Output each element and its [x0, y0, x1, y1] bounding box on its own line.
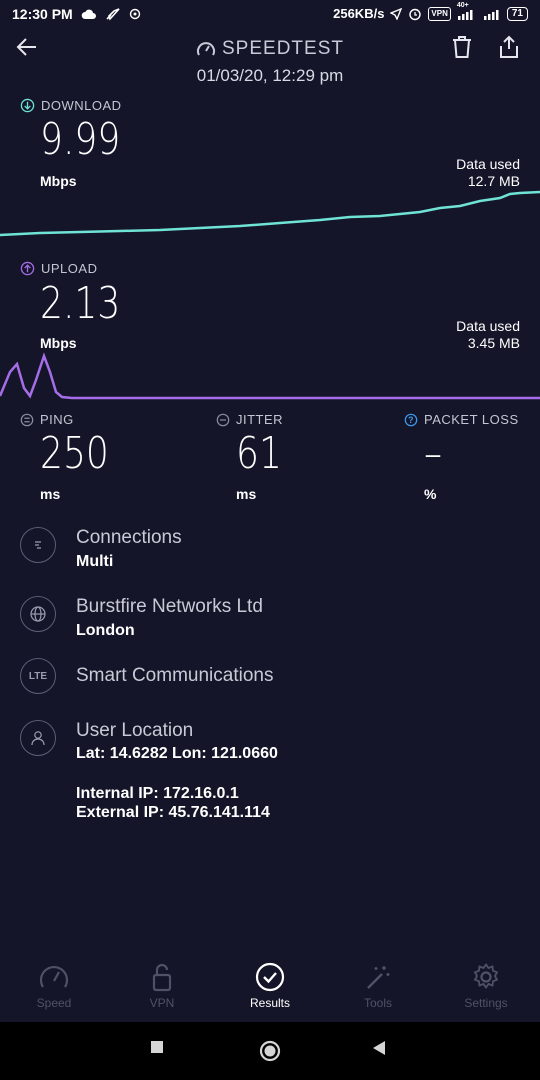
nav-results-label: Results: [249, 996, 290, 1010]
trash-icon: [453, 36, 471, 58]
internal-ip: Internal IP: 172.16.0.1: [76, 785, 239, 802]
bottom-navigation: Speed VPN Results Tools Settings: [0, 952, 540, 1022]
external-ip: External IP: 45.76.141.114: [76, 804, 270, 821]
user-location-title: User Location: [76, 720, 194, 741]
globe-icon: [20, 596, 56, 632]
jitter-header: JITTER: [216, 412, 283, 427]
nav-settings[interactable]: Settings: [441, 962, 531, 1010]
nav-speed-label: Speed: [36, 996, 72, 1010]
signal-icon: 40+: [457, 2, 477, 20]
status-bar-right: 256KB/s VPN 40+ 71: [333, 2, 528, 21]
packet-loss-label: PACKET LOSS: [424, 412, 519, 427]
rocket-icon: [105, 7, 121, 21]
delete-button[interactable]: [450, 34, 476, 62]
upload-label: UPLOAD: [41, 261, 98, 276]
upload-graph: [0, 352, 540, 400]
packet-loss-unit: %: [424, 486, 437, 502]
speedometer-icon: [197, 42, 215, 56]
signal-icon-2: [483, 8, 501, 20]
server-location: London: [76, 622, 135, 639]
download-value: 9.99: [40, 114, 121, 165]
download-arrow-icon: [20, 98, 35, 113]
connections-title: Connections: [76, 527, 182, 548]
server-name: Burstfire Networks Ltd: [76, 596, 263, 617]
ping-header: PING: [20, 412, 74, 427]
help-icon: ?: [404, 413, 418, 426]
jitter-icon: [216, 413, 230, 426]
status-time: 12:30 PM: [12, 6, 73, 22]
status-bar-left: 12:30 PM: [12, 6, 141, 22]
jitter-unit: ms: [236, 486, 257, 502]
home-circle-icon: [259, 1040, 281, 1062]
download-label: DOWNLOAD: [41, 98, 122, 113]
alarm-icon: [408, 7, 422, 21]
jitter-value: 61: [236, 428, 282, 479]
cloud-icon: [81, 8, 97, 20]
lte-icon: LTE: [20, 658, 56, 694]
download-graph: [0, 190, 540, 237]
provider-name: Smart Communications: [76, 665, 274, 686]
nav-vpn-label: VPN: [149, 996, 175, 1010]
nav-tools[interactable]: Tools: [333, 962, 423, 1010]
share-button[interactable]: [497, 34, 523, 62]
system-navigation-bar: [0, 1022, 540, 1080]
ping-label: PING: [40, 412, 74, 427]
location-arrow-icon: [390, 7, 403, 20]
square-icon: [151, 1041, 163, 1053]
magic-wand-icon: [367, 966, 390, 989]
nav-settings-label: Settings: [464, 996, 508, 1010]
page-title: SPEEDTEST: [222, 38, 344, 59]
upload-data-used: Data used 3.45 MB: [456, 318, 520, 352]
gear-icon: [473, 962, 499, 990]
test-datetime: 01/03/20, 12:29 pm: [196, 66, 344, 85]
download-data-used-label: Data used: [456, 156, 520, 172]
jitter-label: JITTER: [236, 412, 284, 427]
upload-arrow-icon: [20, 261, 35, 276]
network-type: 40+: [456, 1, 469, 9]
ping-value: 250: [40, 428, 109, 479]
network-speed: 256KB/s: [333, 6, 385, 21]
upload-value: 2.13: [40, 278, 121, 329]
connections-value: Multi: [76, 553, 114, 570]
connections-icon: [20, 527, 56, 563]
nav-tools-label: Tools: [363, 996, 392, 1010]
upload-unit: Mbps: [40, 335, 77, 351]
packet-loss-header[interactable]: ? PACKET LOSS: [404, 412, 519, 427]
vpn-badge: VPN: [428, 6, 451, 21]
download-header: DOWNLOAD: [20, 98, 122, 113]
ping-unit: ms: [40, 486, 61, 502]
home-button[interactable]: [259, 1040, 281, 1067]
status-bar: 12:30 PM 256KB/s VPN 40+ 71: [0, 0, 540, 30]
ping-icon: [20, 413, 34, 426]
upload-header: UPLOAD: [20, 261, 97, 276]
lock-icon: [152, 963, 172, 992]
share-icon: [500, 35, 518, 58]
nav-vpn[interactable]: VPN: [117, 962, 207, 1010]
nav-results[interactable]: Results: [225, 962, 315, 1010]
packet-loss-value: –: [424, 428, 443, 479]
nav-speed[interactable]: Speed: [9, 962, 99, 1010]
upload-data-used-label: Data used: [456, 318, 520, 334]
speedtest-results-screen: 12:30 PM 256KB/s VPN 40+ 71 SPEEDTEST 01…: [0, 0, 540, 1080]
back-system-button[interactable]: [372, 1040, 386, 1061]
user-icon: [20, 720, 56, 756]
battery-indicator: 71: [506, 6, 528, 21]
speedometer-icon: [39, 966, 69, 988]
user-coordinates: Lat: 14.6282 Lon: 121.0660: [76, 745, 278, 762]
recents-button[interactable]: [150, 1040, 164, 1059]
notification-icon: [129, 8, 141, 20]
svg-text:?: ?: [408, 415, 414, 425]
triangle-back-icon: [373, 1041, 385, 1055]
check-circle-icon: [255, 962, 285, 992]
